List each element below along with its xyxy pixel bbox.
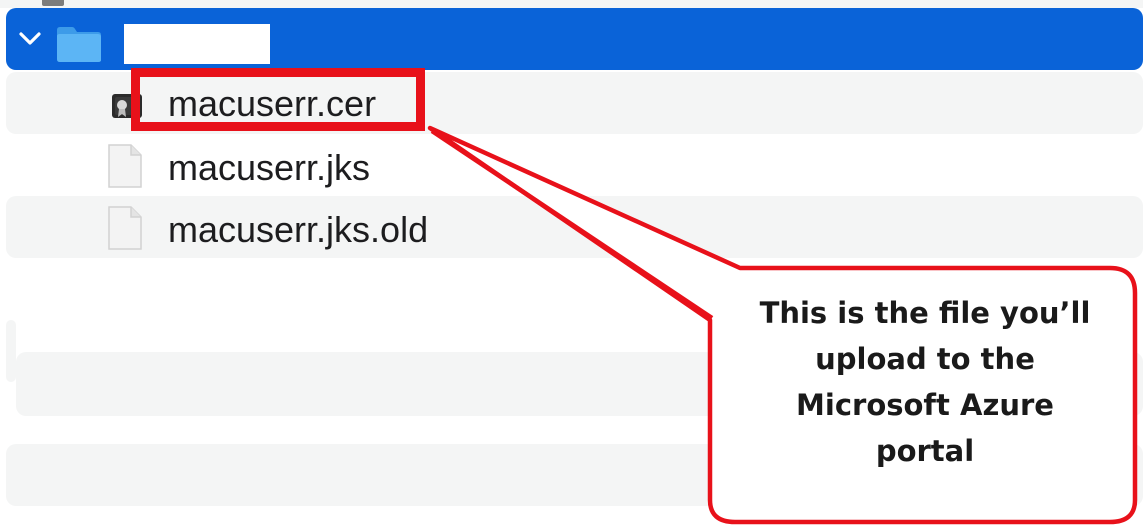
callout-line: Microsoft Azure [796,388,1054,422]
document-icon [108,206,142,250]
file-name[interactable]: macuserr.jks [168,145,370,191]
callout-text: This is the file you’ll upload to the Mi… [740,290,1110,474]
empty-row [16,352,716,416]
file-name[interactable]: macuserr.jks.old [168,207,428,253]
folder-name[interactable] [124,24,270,64]
document-icon [108,144,142,188]
callout-line: portal [875,434,975,468]
empty-row [1110,352,1143,416]
empty-row [6,320,16,382]
highlight-box [131,68,425,131]
folder-icon [57,27,101,62]
callout-line: upload to the [815,342,1035,376]
finder-list-view: macuserr.cer macuserr.jks macuserr.jks.o… [0,0,1143,529]
empty-row [6,444,716,506]
previous-row[interactable] [0,0,1143,8]
callout-line: This is the file you’ll [759,296,1091,330]
file-icon [42,0,64,6]
chevron-down-icon[interactable] [18,30,42,48]
empty-row [1110,444,1143,506]
